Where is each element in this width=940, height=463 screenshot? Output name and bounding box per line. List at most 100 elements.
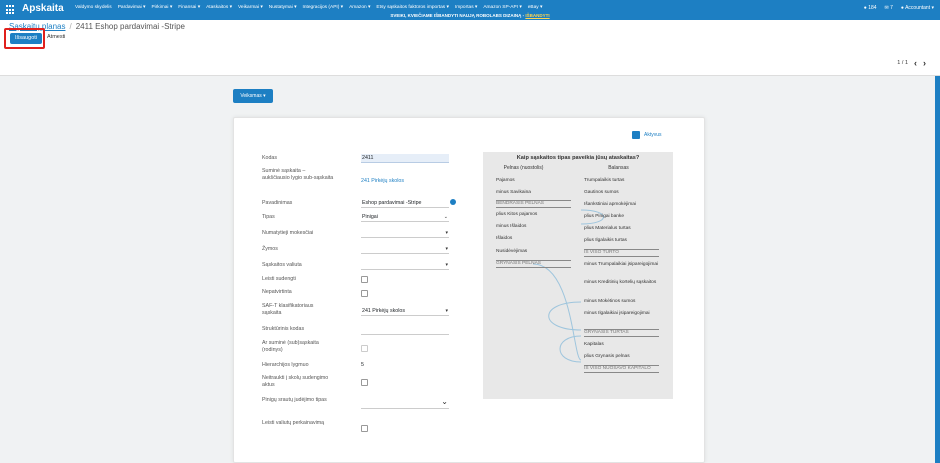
help-balance-item: minus Ilgalaikiai įsipareigojimai bbox=[584, 311, 650, 316]
menu-item-purchases[interactable]: Pirkimai ▾ bbox=[151, 5, 172, 10]
structural-label: Struktūrinis kodas bbox=[262, 326, 305, 332]
help-balance-item: Kapitalas bbox=[584, 342, 604, 347]
archive-icon bbox=[632, 131, 640, 139]
help-title: Kaip sąskaitos tipas paveikia jūsų atask… bbox=[516, 155, 640, 161]
saft-value: 241 Pirkėjų skolos bbox=[362, 308, 405, 314]
structural-input[interactable] bbox=[361, 326, 449, 335]
currency-select[interactable]: ▾ bbox=[361, 261, 449, 270]
pager-next-icon[interactable]: › bbox=[923, 58, 926, 68]
tags-select[interactable]: ▾ bbox=[361, 245, 449, 254]
code-input[interactable]: 2411 bbox=[361, 154, 449, 163]
menu-item-import[interactable]: Importas ▾ bbox=[455, 5, 477, 10]
caret-down-icon: ▾ bbox=[445, 230, 448, 236]
saft-label: SAF-T klasifikatoriaus sąskaita bbox=[262, 303, 314, 316]
messages-indicator[interactable]: ✉ 7 bbox=[885, 5, 893, 11]
deprecated-checkbox[interactable] bbox=[361, 290, 368, 297]
user-name: Accountant ▾ bbox=[905, 5, 934, 11]
user-menu[interactable]: ● Accountant ▾ bbox=[901, 5, 934, 11]
revaluation-checkbox[interactable] bbox=[361, 425, 368, 432]
currency-label: Sąskaitos valiuta bbox=[262, 262, 302, 268]
taxes-select[interactable]: ▾ bbox=[361, 229, 449, 238]
help-pnl-total: BENDRASIS PELNAS bbox=[496, 200, 571, 208]
help-balance-item: plius Ilgalaikis turtas bbox=[584, 238, 627, 243]
chevron-down-icon: ⌄ bbox=[441, 397, 448, 406]
help-pnl-item: minus Savikaina bbox=[496, 190, 531, 195]
activity-indicator[interactable]: ● 184 bbox=[864, 5, 877, 11]
form-sheet: Aktyvus Kodas 2411 Suminė sąskaita – auk… bbox=[233, 117, 705, 463]
help-balance-item: plius Pinigai banke bbox=[584, 214, 625, 219]
help-balance-item: plius Materialus turtas bbox=[584, 226, 631, 231]
menu-item-finance[interactable]: Finansai ▾ bbox=[178, 5, 200, 10]
help-balance-item: plius Grynasis pelnas bbox=[584, 354, 630, 359]
exclude-checkbox[interactable] bbox=[361, 379, 368, 386]
menu-item-etsy-import[interactable]: Etsy sąskaitos faktūros importas ▾ bbox=[376, 5, 449, 10]
help-pnl-item: Išlaidos bbox=[496, 236, 513, 241]
banner-try-link[interactable]: IŠBANDYTI bbox=[525, 13, 549, 18]
right-edge-accent bbox=[935, 76, 940, 463]
help-balance-item: Trumpalaikis turtas bbox=[584, 178, 625, 183]
message-count: 7 bbox=[890, 5, 893, 11]
help-balance-item: Gautinos sumos bbox=[584, 190, 619, 195]
help-pnl-item: Nusidėvėjimas bbox=[496, 249, 528, 254]
account-type-help-panel: Kaip sąskaitos tipas paveikia jūsų atask… bbox=[483, 152, 673, 399]
hierarchy-label: Hierarchijos lygmuo bbox=[262, 362, 309, 368]
cashflow-label: Pinigų srautų judėjimo tipas bbox=[262, 397, 327, 403]
chevron-down-icon: ⌄ bbox=[443, 214, 448, 220]
menu-item-actions[interactable]: Veikarmai ▾ bbox=[238, 5, 263, 10]
navbar-right: ● 184 ✉ 7 ● Accountant ▾ bbox=[864, 5, 934, 11]
name-input[interactable]: Eshop pardavimai -Stripe bbox=[361, 199, 449, 208]
help-balance-item: minus Mokėtinos sumos bbox=[584, 299, 636, 304]
help-balance-item: minus Kreditinių kortelių sąskaitos bbox=[584, 280, 657, 285]
banner-text: SVEIKI, KVIEČIAME IŠBANDYTI NAUJĄ ROBOLA… bbox=[390, 13, 525, 18]
main-menu: Valdymo skydelis Pardavimai ▾ Pirkimai ▾… bbox=[75, 5, 542, 10]
pager-previous-icon[interactable]: ‹ bbox=[914, 58, 917, 68]
menu-item-sales[interactable]: Pardavimai ▾ bbox=[118, 5, 146, 10]
deprecated-label: Nepatvirtinta bbox=[262, 289, 292, 295]
help-pnl-heading: Pelnas (nuostolis) bbox=[503, 165, 544, 171]
help-pnl-item: minus Išlaidos bbox=[496, 224, 527, 229]
pager-value[interactable]: 1 / 1 bbox=[897, 60, 908, 66]
menu-item-ebay[interactable]: eBay ▾ bbox=[528, 5, 543, 10]
translate-icon[interactable] bbox=[450, 199, 456, 205]
breadcrumb-current: 2411 Eshop pardavimai -Stripe bbox=[75, 22, 185, 31]
menu-item-dashboard[interactable]: Valdymo skydelis bbox=[75, 5, 112, 10]
menu-item-amazon-sp-api[interactable]: Amazon SP-API ▾ bbox=[483, 5, 521, 10]
summary-label: Ar suminė (sub)sąskaita (rodinys) bbox=[262, 340, 319, 353]
discard-button[interactable]: Atmesti bbox=[47, 34, 65, 40]
help-balance-item: Išankstiniai apmokėjimai bbox=[584, 202, 636, 207]
active-status-toggle[interactable]: Aktyvus bbox=[632, 131, 662, 139]
chat-icon: ✉ bbox=[884, 5, 889, 11]
type-label: Tipas bbox=[262, 214, 275, 220]
actions-dropdown-button[interactable]: Veiksmas ▾ bbox=[233, 89, 273, 103]
menu-item-amazon[interactable]: Amazon ▾ bbox=[349, 5, 370, 10]
reconcile-checkbox[interactable] bbox=[361, 276, 368, 283]
help-balance-item: minus Trumpalaikiai įsipareigojimai bbox=[584, 262, 659, 267]
taxes-label: Numatytieji mokesčiai bbox=[262, 230, 314, 236]
design-banner: SVEIKI, KVIEČIAME IŠBANDYTI NAUJĄ ROBOLA… bbox=[0, 13, 940, 18]
caret-down-icon: ▾ bbox=[445, 262, 448, 268]
cashflow-select[interactable]: ⌄ bbox=[361, 397, 449, 409]
menu-item-reports[interactable]: Ataskaitos ▾ bbox=[206, 5, 232, 10]
clock-icon: ● bbox=[863, 5, 867, 11]
saft-select[interactable]: 241 Pirkėjų skolos ▾ bbox=[361, 307, 449, 316]
help-balance-total: GRYNASIS TURTAS bbox=[584, 329, 659, 337]
hierarchy-value: 5 bbox=[361, 362, 364, 368]
menu-item-integrations[interactable]: Integracijos (API) ▾ bbox=[303, 5, 344, 10]
help-pnl-item: Pajamos bbox=[496, 178, 515, 183]
revaluation-label: Leisti valiutų perkainavimą bbox=[262, 420, 325, 426]
menu-item-settings[interactable]: Nustatymai ▾ bbox=[269, 5, 297, 10]
name-label: Pavadinimas bbox=[262, 200, 293, 206]
type-select[interactable]: Pinigai ⌄ bbox=[361, 213, 449, 222]
help-balance-total: IŠ VISO NUOSAVO KAPITALO bbox=[584, 365, 659, 373]
exclude-label: Neitraukti į skolų sudengimo aktus bbox=[262, 375, 329, 388]
help-pnl-total: GRYNASIS PELNAS bbox=[496, 260, 571, 268]
breadcrumb-separator: / bbox=[69, 22, 72, 31]
caret-down-icon: ▾ bbox=[445, 308, 448, 314]
code-label: Kodas bbox=[262, 155, 278, 161]
save-button[interactable]: Išsaugoti bbox=[10, 33, 42, 44]
parent-label: Suminė sąskaita – aukščiausio lygio sub-… bbox=[262, 168, 334, 181]
activity-count: 184 bbox=[868, 5, 877, 11]
pager: 1 / 1 ‹ › bbox=[897, 58, 926, 68]
parent-account-link[interactable]: 241 Pirkėjų skolos bbox=[361, 178, 449, 185]
tags-label: Žymos bbox=[262, 246, 278, 252]
